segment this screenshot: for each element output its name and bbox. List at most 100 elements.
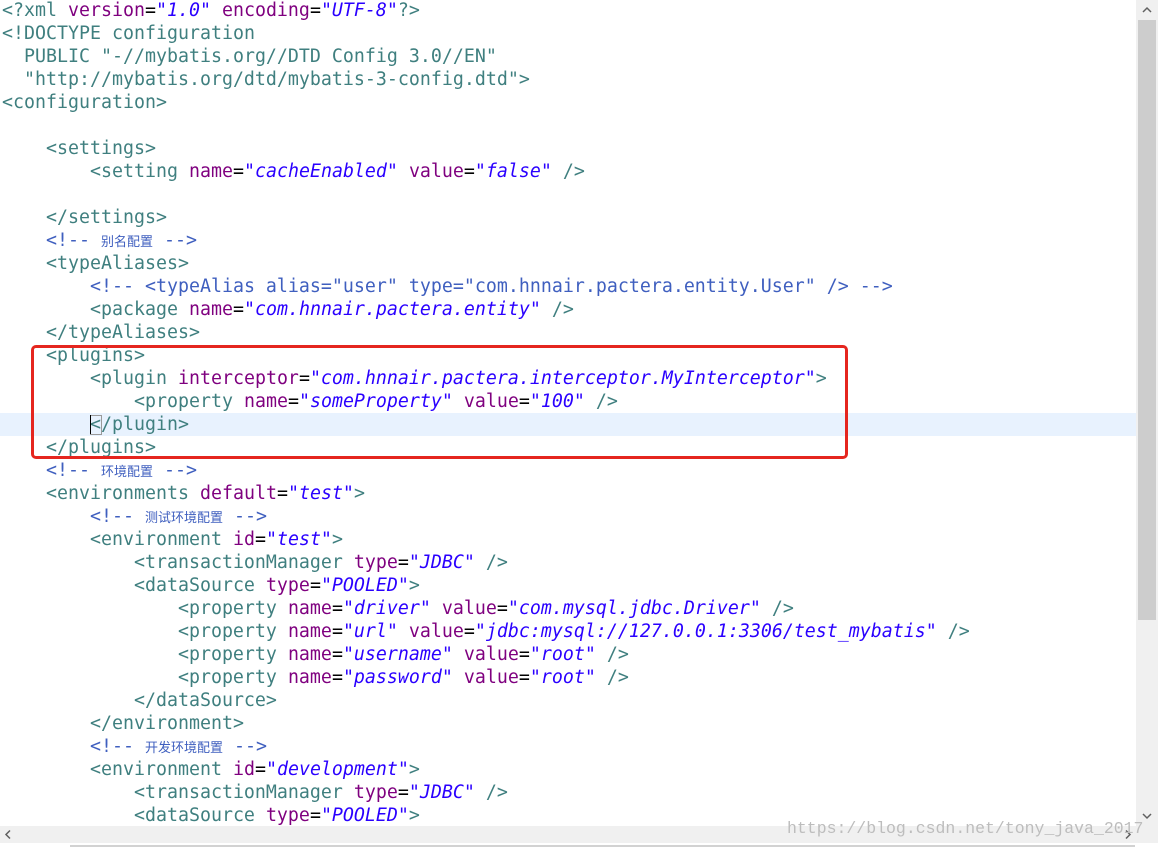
- code-line[interactable]: <property name="url" value="jdbc:mysql:/…: [0, 620, 1136, 643]
- attribute-value-token: "UTF-8": [320, 0, 398, 21]
- plain-text-token: [431, 598, 442, 619]
- plain-text-token: =: [254, 529, 266, 550]
- plain-text-token: [2, 667, 178, 688]
- xml-tag-token: <transactionManager: [133, 782, 343, 803]
- attribute-name-token: name: [287, 644, 332, 665]
- comment-token: <!-- <typeAlias alias="user" type="com.h…: [89, 276, 893, 297]
- plain-text-token: [222, 529, 233, 550]
- plain-text-token: [2, 713, 90, 734]
- xml-tag-token: >: [408, 575, 420, 596]
- attribute-value-token: "test": [265, 529, 332, 550]
- code-line[interactable]: </settings>: [0, 206, 1136, 229]
- code-line[interactable]: <!DOCTYPE configuration: [0, 22, 1136, 45]
- plain-text-token: [398, 621, 409, 642]
- code-line[interactable]: [0, 183, 1136, 206]
- code-line[interactable]: <settings>: [0, 137, 1136, 160]
- code-line[interactable]: <!-- 测试环境配置 -->: [0, 505, 1136, 528]
- plain-text-token: [2, 644, 178, 665]
- xml-tag-token: <transactionManager: [133, 552, 343, 573]
- scroll-left-button[interactable]: [0, 826, 17, 843]
- xml-tag-token: />: [485, 552, 508, 573]
- attribute-name-token: type: [353, 552, 398, 573]
- code-line[interactable]: </environment>: [0, 712, 1136, 735]
- plain-text-token: [2, 46, 24, 67]
- plain-text-token: =: [331, 621, 343, 642]
- attribute-name-token: encoding: [221, 0, 310, 21]
- attribute-name-token: name: [188, 161, 233, 182]
- code-line[interactable]: <configuration>: [0, 91, 1136, 114]
- scroll-up-button[interactable]: [1136, 0, 1158, 20]
- attribute-name-token: value: [441, 598, 497, 619]
- plain-text-token: =: [232, 299, 244, 320]
- plain-text-token: =: [463, 621, 475, 642]
- attribute-value-token: "driver": [342, 598, 431, 619]
- xml-tag-token: </dataSource>: [133, 690, 277, 711]
- xml-tag-token: "http://mybatis.org/dtd/mybatis-3-config…: [24, 69, 530, 90]
- code-line[interactable]: <dataSource type="POOLED">: [0, 574, 1136, 597]
- plain-text-token: [761, 598, 772, 619]
- xml-tag-token: />: [606, 644, 629, 665]
- code-line[interactable]: <transactionManager type="JDBC" />: [0, 781, 1136, 804]
- plain-text-token: [2, 736, 90, 757]
- xml-tag-token: >: [408, 759, 420, 780]
- plain-text-token: [255, 575, 266, 596]
- plain-text-token: [211, 0, 222, 21]
- plain-text-token: [2, 322, 46, 343]
- plain-text-token: [343, 782, 354, 803]
- code-line[interactable]: PUBLIC "-//mybatis.org//DTD Config 3.0//…: [0, 45, 1136, 68]
- code-line[interactable]: <typeAliases>: [0, 252, 1136, 275]
- plain-text-token: [2, 460, 46, 481]
- plain-text-token: [343, 552, 354, 573]
- plain-text-token: =: [518, 667, 530, 688]
- code-line[interactable]: <environment id="development">: [0, 758, 1136, 781]
- xml-tag-token: <environments: [46, 483, 189, 504]
- code-line[interactable]: <package name="com.hnnair.pactera.entity…: [0, 298, 1136, 321]
- code-line[interactable]: <transactionManager type="JDBC" />: [0, 551, 1136, 574]
- plain-text-token: [277, 667, 288, 688]
- plain-text-token: [2, 207, 46, 228]
- code-line[interactable]: <!-- 环境配置 -->: [0, 459, 1136, 482]
- xml-tag-token: <typeAliases>: [46, 253, 189, 274]
- code-line[interactable]: <property name="username" value="root" /…: [0, 643, 1136, 666]
- xml-tag-token: <property: [177, 598, 277, 619]
- vertical-scrollbar[interactable]: [1136, 0, 1158, 826]
- plain-text-token: [2, 483, 46, 504]
- code-line[interactable]: <environments default="test">: [0, 482, 1136, 505]
- code-line[interactable]: <property name="driver" value="com.mysql…: [0, 597, 1136, 620]
- xml-tag-token: <package: [89, 299, 178, 320]
- xml-tag-token: />: [606, 667, 629, 688]
- attribute-value-token: "url": [342, 621, 398, 642]
- xml-tag-token: <property: [177, 621, 277, 642]
- comment-token: -->: [222, 506, 267, 527]
- code-line[interactable]: [0, 114, 1136, 137]
- attribute-value-token: "root": [529, 667, 596, 688]
- plain-text-token: [596, 644, 607, 665]
- code-line[interactable]: <?xml version="1.0" encoding="UTF-8"?>: [0, 0, 1136, 22]
- code-line[interactable]: <setting name="cacheEnabled" value="fals…: [0, 160, 1136, 183]
- code-line[interactable]: </dataSource>: [0, 689, 1136, 712]
- code-line[interactable]: <!-- 别名配置 -->: [0, 229, 1136, 252]
- xml-tag-token: <dataSource: [133, 805, 255, 826]
- attribute-name-token: name: [287, 667, 332, 688]
- plain-text-token: [2, 782, 134, 803]
- plain-text-token: [178, 299, 189, 320]
- code-line[interactable]: <property name="password" value="root" /…: [0, 666, 1136, 689]
- vertical-scroll-thumb[interactable]: [1138, 20, 1156, 620]
- plain-text-token: =: [331, 598, 343, 619]
- code-line[interactable]: <!-- <typeAlias alias="user" type="com.h…: [0, 275, 1136, 298]
- code-line[interactable]: <!-- 开发环境配置 -->: [0, 735, 1136, 758]
- plain-text-token: [101, 23, 112, 44]
- code-line[interactable]: "http://mybatis.org/dtd/mybatis-3-config…: [0, 68, 1136, 91]
- code-line[interactable]: </typeAliases>: [0, 321, 1136, 344]
- comment-token: <!--: [89, 736, 145, 757]
- plain-text-token: =: [331, 667, 343, 688]
- attribute-value-token: "POOLED": [320, 805, 409, 826]
- attribute-value-token: "password": [342, 667, 453, 688]
- attribute-name-token: type: [265, 575, 310, 596]
- panel-divider: [70, 845, 1135, 847]
- xml-tag-token: configuration: [111, 23, 255, 44]
- plain-text-token: =: [463, 161, 475, 182]
- xml-tag-token: />: [485, 782, 508, 803]
- code-line[interactable]: <environment id="test">: [0, 528, 1136, 551]
- comment-cjk-token: 环境配置: [100, 465, 153, 480]
